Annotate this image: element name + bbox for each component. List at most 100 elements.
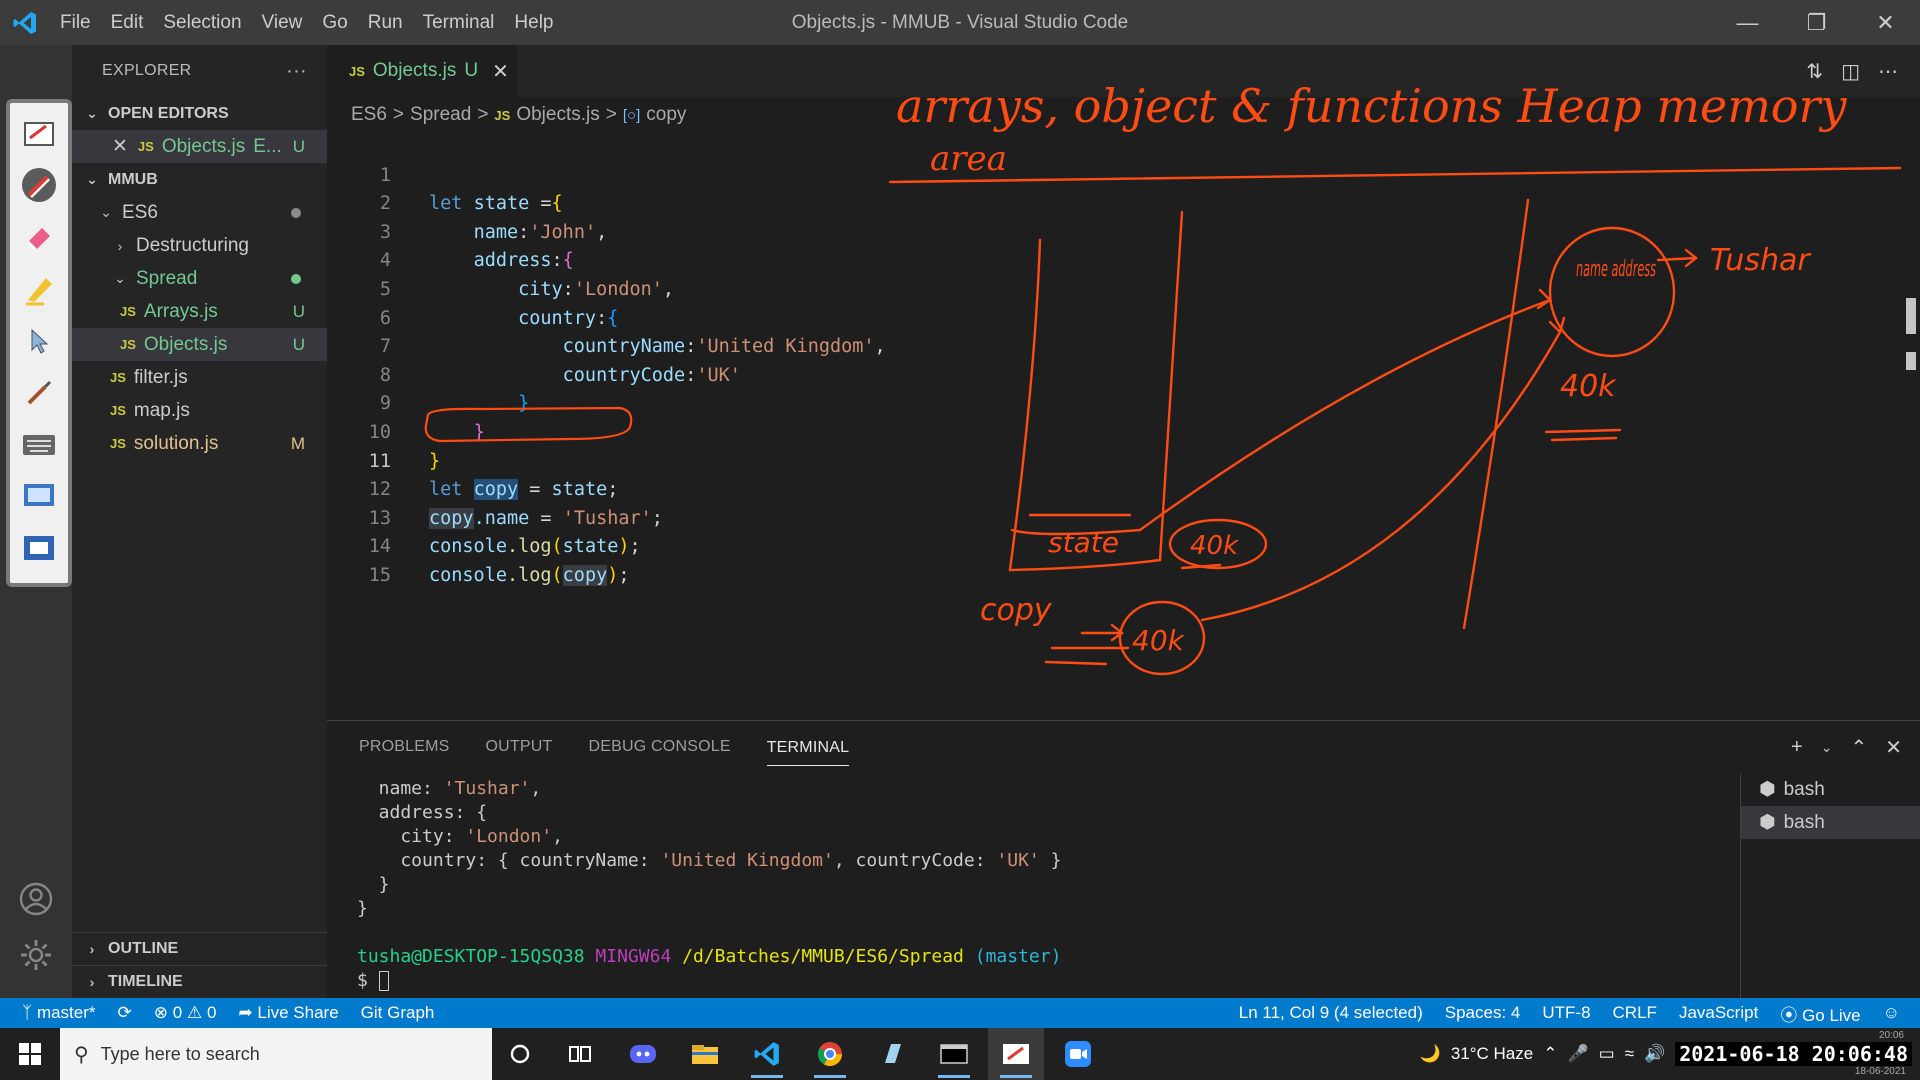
discord-icon[interactable] xyxy=(615,1028,671,1080)
git-branch[interactable]: ᛉ master* xyxy=(22,1003,96,1023)
tree-folder-spread[interactable]: ⌄ Spread xyxy=(72,262,327,295)
open-editor-item[interactable]: ✕ JS Objects.js E... U xyxy=(72,130,327,163)
close-tab-icon[interactable]: ✕ xyxy=(492,59,509,84)
account-icon[interactable] xyxy=(14,877,58,921)
tree-file-arrays[interactable]: JS Arrays.js U xyxy=(72,295,327,328)
menu-help[interactable]: Help xyxy=(504,0,563,45)
code-line: 6 countryName:'United Kingdom', xyxy=(327,276,1920,358)
terminal-output[interactable]: name: 'Tushar', address: { city: 'London… xyxy=(357,777,1737,993)
eraser-icon[interactable] xyxy=(17,215,61,259)
tree-file-map[interactable]: JS map.js xyxy=(72,394,327,427)
highlighter-icon[interactable] xyxy=(17,267,61,311)
tree-file-solution[interactable]: JS solution.js M xyxy=(72,427,327,460)
timeline-section[interactable]: › TIMELINE xyxy=(72,965,327,998)
new-terminal-icon[interactable]: + xyxy=(1791,736,1803,759)
workspace-section[interactable]: ⌄ MMUB xyxy=(72,163,327,196)
chevron-up-icon[interactable]: ⌃ xyxy=(1543,1044,1557,1064)
vscode-taskbar-icon[interactable] xyxy=(739,1028,795,1080)
terminal-instance-1[interactable]: ⬢ bash xyxy=(1741,773,1920,806)
line-ending[interactable]: CRLF xyxy=(1613,1003,1657,1023)
battery-icon[interactable]: ▭ xyxy=(1599,1044,1615,1064)
tab-terminal[interactable]: TERMINAL xyxy=(766,729,850,766)
terminal-input-line[interactable]: $ xyxy=(357,969,1737,993)
tab-output[interactable]: OUTPUT xyxy=(486,738,553,756)
screen-capture-icon[interactable] xyxy=(17,475,61,519)
brush-icon[interactable] xyxy=(17,371,61,415)
tab-debug-console[interactable]: DEBUG CONSOLE xyxy=(589,738,731,756)
feedback-icon[interactable]: ☺ xyxy=(1883,1003,1900,1023)
go-live-button[interactable]: ⦿ Go Live xyxy=(1780,1001,1860,1026)
maximize-panel-icon[interactable]: ⌃ xyxy=(1850,735,1867,760)
taskbar-search[interactable]: ⚲ Type here to search xyxy=(60,1028,492,1080)
live-share-button[interactable]: ➦ Live Share xyxy=(238,1003,338,1023)
git-branch-icon: ᛉ xyxy=(22,1003,33,1022)
menu-view[interactable]: View xyxy=(252,0,313,45)
zoom-icon[interactable] xyxy=(1050,1028,1106,1080)
tree-file-filter[interactable]: JS filter.js xyxy=(72,361,327,394)
microphone-icon[interactable]: 🎤 xyxy=(1567,1044,1588,1064)
chevron-right-icon: › xyxy=(117,237,123,254)
close-window-icon[interactable]: ✕ xyxy=(1851,0,1920,45)
breadcrumb-folder-es6[interactable]: ES6 xyxy=(351,104,387,126)
tree-folder-destructuring[interactable]: › Destructuring xyxy=(72,229,327,262)
tree-file-objects[interactable]: JS Objects.js U xyxy=(72,328,327,361)
cursor-position[interactable]: Ln 11, Col 9 (4 selected) xyxy=(1239,1003,1423,1023)
split-editor-icon[interactable]: ◫ xyxy=(1841,59,1860,84)
restore-icon[interactable]: ❐ xyxy=(1782,0,1851,45)
settings-gear-icon[interactable] xyxy=(14,933,58,977)
more-actions-icon[interactable]: ⋯ xyxy=(1878,59,1898,84)
pointer-icon[interactable] xyxy=(17,319,61,363)
terminal-app-icon[interactable] xyxy=(926,1028,982,1080)
menu-terminal[interactable]: Terminal xyxy=(413,0,505,45)
terminal-line: } xyxy=(357,898,368,919)
more-actions-icon[interactable]: ··· xyxy=(286,60,307,83)
indentation[interactable]: Spaces: 4 xyxy=(1445,1003,1521,1023)
close-panel-icon[interactable]: ✕ xyxy=(1885,735,1902,760)
whiteboard-app-icon[interactable] xyxy=(988,1028,1044,1080)
breadcrumb-file[interactable]: Objects.js xyxy=(516,104,599,126)
windows-taskbar: ⚲ Type here to search 🌙 31°C Haze ⌃ 🎤 ▭ … xyxy=(0,1028,1920,1080)
chrome-icon[interactable] xyxy=(802,1028,858,1080)
encoding[interactable]: UTF-8 xyxy=(1542,1003,1590,1023)
close-editor-icon[interactable]: ✕ xyxy=(112,135,128,158)
git-graph-button[interactable]: Git Graph xyxy=(361,1003,435,1023)
pen-icon[interactable] xyxy=(17,163,61,207)
sync-icon[interactable]: ⟳ xyxy=(118,1003,132,1023)
start-button[interactable] xyxy=(0,1028,60,1080)
task-view-icon[interactable] xyxy=(552,1028,608,1080)
clock[interactable]: 2021-06-18 20:06:48 20:06 18-06-2021 xyxy=(1675,1030,1912,1077)
untracked-dot xyxy=(291,273,301,284)
outline-section[interactable]: › OUTLINE xyxy=(72,932,327,965)
chevron-down-icon[interactable]: ⌄ xyxy=(1821,739,1833,756)
language-mode[interactable]: JavaScript xyxy=(1679,1003,1758,1023)
open-editors-section[interactable]: ⌄ OPEN EDITORS xyxy=(72,97,327,130)
live-share-icon: ➦ xyxy=(238,1003,253,1022)
tab-objects-js[interactable]: JS Objects.js U ✕ xyxy=(327,45,517,97)
breadcrumb-folder-spread[interactable]: Spread xyxy=(410,104,471,126)
minimize-icon[interactable]: — xyxy=(1713,0,1782,45)
whiteboard-icon[interactable] xyxy=(17,111,61,155)
editor-scrollbar-thumb[interactable] xyxy=(1906,298,1916,334)
menu-selection[interactable]: Selection xyxy=(153,0,251,45)
weather-text[interactable]: 31°C Haze xyxy=(1451,1044,1533,1064)
tab-problems[interactable]: PROBLEMS xyxy=(359,738,450,756)
notepad-icon[interactable] xyxy=(864,1028,920,1080)
compare-changes-icon[interactable]: ⇅ xyxy=(1806,59,1823,84)
menu-file[interactable]: File xyxy=(50,0,101,45)
cortana-icon[interactable] xyxy=(492,1028,548,1080)
panel-tabs: PROBLEMS OUTPUT DEBUG CONSOLE TERMINAL xyxy=(327,721,850,773)
breadcrumb-symbol[interactable]: copy xyxy=(646,104,686,126)
keyboard-icon[interactable] xyxy=(17,423,61,467)
window-icon[interactable] xyxy=(17,527,61,571)
tree-folder-es6[interactable]: ⌄ ES6 xyxy=(72,196,327,229)
terminal-instance-2[interactable]: ⬢ bash xyxy=(1741,806,1920,839)
menu-run[interactable]: Run xyxy=(358,0,413,45)
volume-icon[interactable]: 🔊 xyxy=(1644,1044,1665,1064)
problems-indicator[interactable]: ⊗ 0 ⚠ 0 xyxy=(154,1003,217,1023)
javascript-file-icon: JS xyxy=(349,63,365,79)
file-explorer-icon[interactable] xyxy=(677,1028,733,1080)
menu-go[interactable]: Go xyxy=(312,0,357,45)
wifi-icon[interactable]: ≈ xyxy=(1625,1044,1634,1064)
terminal-list: ⬢ bash ⬢ bash xyxy=(1740,773,1920,999)
menu-edit[interactable]: Edit xyxy=(101,0,154,45)
